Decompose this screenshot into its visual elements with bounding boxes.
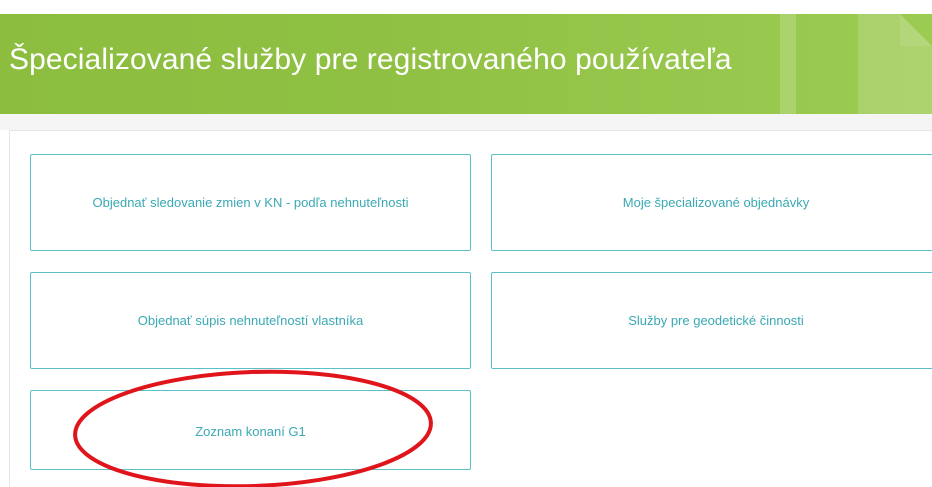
my-specialized-orders-tile[interactable]: Moje špecializované objednávky — [491, 154, 932, 251]
my-specialized-orders-label: Moje špecializované objednávky — [622, 195, 810, 210]
header-banner: Špecializované služby pre registrovaného… — [0, 14, 932, 114]
page-title: Špecializované služby pre registrovaného… — [9, 43, 732, 76]
order-change-monitoring-label: Objednať sledovanie zmien v KN - podľa n… — [92, 195, 409, 210]
g1-proceedings-list-label: Zoznam konaní G1 — [195, 423, 306, 439]
page: Špecializované služby pre registrovaného… — [0, 0, 932, 487]
geodetic-services-tile[interactable]: Služby pre geodetické činnosti — [491, 272, 932, 369]
order-change-monitoring-tile[interactable]: Objednať sledovanie zmien v KN - podľa n… — [30, 154, 471, 251]
order-owner-property-list-label: Objednať súpis nehnuteľností vlastníka — [137, 313, 364, 328]
order-owner-property-list-tile[interactable]: Objednať súpis nehnuteľností vlastníka — [30, 272, 471, 369]
g1-proceedings-list-tile[interactable]: Zoznam konaní G1 — [30, 390, 471, 470]
geodetic-services-label: Služby pre geodetické činnosti — [628, 313, 804, 328]
content-top-strip — [0, 114, 932, 130]
